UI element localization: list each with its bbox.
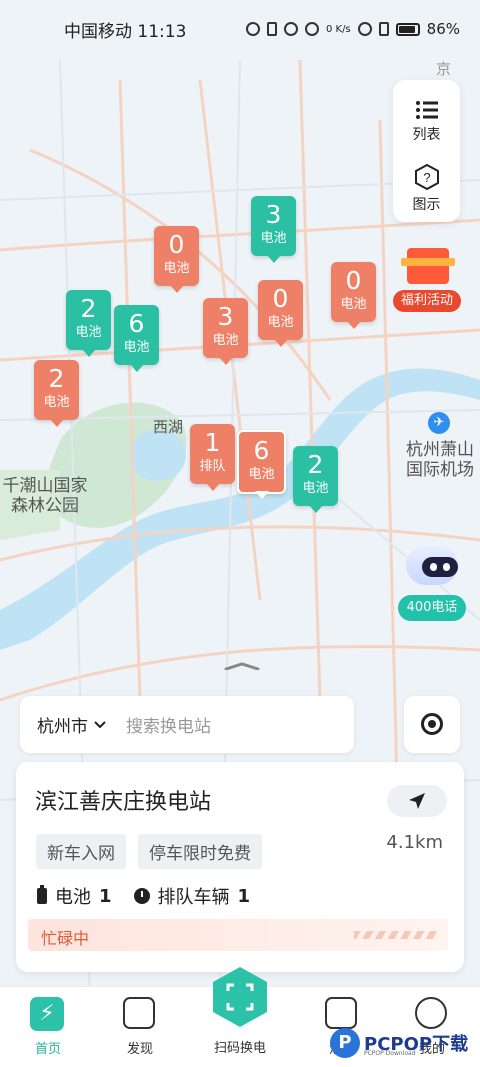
legend-button[interactable]: ? 图示 [393,163,460,214]
net-speed: 0 K/s [325,23,351,35]
battery-stat-label: 电池 [55,887,91,908]
gift-icon [401,248,455,284]
station-stats: 电池 1 排队车辆 1 [37,883,272,909]
legend-help-icon: ? [414,163,439,191]
navigate-button[interactable] [387,785,447,817]
marker-label: 电池 [43,395,70,410]
marker-label: 电池 [260,231,287,246]
marker-count: 3 [265,200,282,229]
station-marker[interactable]: 2 电池 [34,360,79,427]
busy-status-text: 忙碌中 [41,929,90,948]
marker-label: 电池 [163,261,190,276]
list-label: 列表 [412,127,441,143]
map-label-xihu: 西湖 [153,418,184,436]
welfare-label: 福利活动 [393,290,461,312]
welfare-activity-button[interactable]: 福利活动 [393,248,463,312]
station-tag: 停车限时免费 [138,834,262,869]
svg-text:?: ? [423,170,430,185]
hotline-label: 400电话 [398,595,466,621]
station-card[interactable]: 滨江善庆庄换电站 新车入网 停车限时免费 4.1km 电池 1 排队车辆 1 忙… [16,762,464,972]
queue-stat-count: 1 [237,885,251,907]
wifi-icon [357,22,372,36]
legend-label: 图示 [412,197,441,213]
alarm-icon [245,22,260,36]
marker-count: 2 [80,294,97,323]
queue-stat-label: 排队车辆 [157,887,230,908]
location-icon [283,22,298,36]
battery-percent: 86% [426,20,460,38]
marker-count: 0 [272,284,289,313]
station-marker[interactable]: 1 排队 [190,424,235,491]
marker-label: 电池 [75,325,102,340]
marker-count: 2 [48,364,65,393]
marker-label: 电池 [123,340,150,355]
search-input[interactable]: 搜索换电站 [126,712,211,737]
clock-icon [133,888,150,904]
signal-icon [378,22,389,36]
station-marker[interactable]: 3 电池 [203,298,248,365]
discover-icon [123,997,155,1029]
pcpop-logo-icon: P [330,1028,360,1058]
watermark-logo: P PCPOP下载 PCPOP Download [330,1024,480,1062]
airport-icon: ✈ [428,412,450,434]
station-marker[interactable]: 0 电池 [154,226,199,293]
busy-status-bar: 忙碌中 [28,919,448,951]
carrier-time: 中国移动 11:13 [64,21,187,42]
mute-icon [304,22,319,36]
marker-label: 电池 [212,333,239,348]
station-marker[interactable]: 2 电池 [293,446,338,513]
bluetooth-icon [266,22,277,36]
map-label-forest-park: 千潮山国家 森林公园 [2,476,88,517]
city-label: 杭州市 [37,717,88,737]
watermark-sub: PCPOP Download [364,1050,416,1057]
marker-label: 电池 [340,297,367,312]
scan-button[interactable] [209,966,271,1028]
station-distance: 4.1km [386,832,443,853]
station-marker[interactable]: 3 电池 [251,196,296,263]
station-marker-selected[interactable]: 6 电池 [237,430,286,499]
marker-count: 0 [168,230,185,259]
station-marker[interactable]: 0 电池 [258,280,303,347]
support-bot-button[interactable]: 400电话 [398,545,468,621]
search-bar[interactable]: 杭州市 搜索换电站 [20,696,354,753]
marker-label: 电池 [248,467,275,482]
battery-icon [37,885,47,904]
station-marker[interactable]: 6 电池 [114,305,159,372]
map-side-panel: 列表 ? 图示 [393,80,460,222]
station-tags: 新车入网 停车限时免费 [36,834,262,869]
marker-count: 0 [345,266,362,295]
drag-handle-icon[interactable] [224,662,260,670]
list-view-button[interactable]: 列表 [393,100,460,144]
busy-stripes [354,931,438,939]
marker-count: 6 [253,436,270,465]
tab-home-label: 首页 [34,1042,61,1057]
station-marker[interactable]: 2 电池 [66,290,111,357]
map-label-airport: 杭州萧山 国际机场 [406,440,474,481]
tab-discover-label: 发现 [126,1042,153,1057]
station-marker[interactable]: 0 电池 [331,262,376,329]
lightning-icon: ⚡ [30,997,64,1031]
locate-icon [421,713,443,735]
battery-stat-count: 1 [99,885,112,907]
marker-count: 6 [128,309,145,338]
status-bar: 中国移动 11:13 0 K/s 86% [0,0,480,58]
station-name: 滨江善庆庄换电站 [35,790,212,815]
chevron-down-icon [94,720,106,728]
marker-count: 2 [307,450,324,479]
marker-label: 排队 [199,459,226,474]
station-tag: 新车入网 [36,834,126,869]
marker-label: 电池 [302,481,329,496]
navigation-arrow-icon [409,793,425,809]
scan-label: 扫码换电 [213,1041,266,1056]
robot-icon [406,545,458,585]
marker-count: 3 [217,302,234,331]
locate-button[interactable] [404,696,460,753]
list-icon [415,101,438,119]
marker-label: 电池 [267,315,294,330]
battery-icon [395,22,420,36]
city-selector[interactable]: 杭州市 [37,712,106,737]
marker-count: 1 [204,428,221,457]
map-label-jing: 京 [436,60,452,78]
